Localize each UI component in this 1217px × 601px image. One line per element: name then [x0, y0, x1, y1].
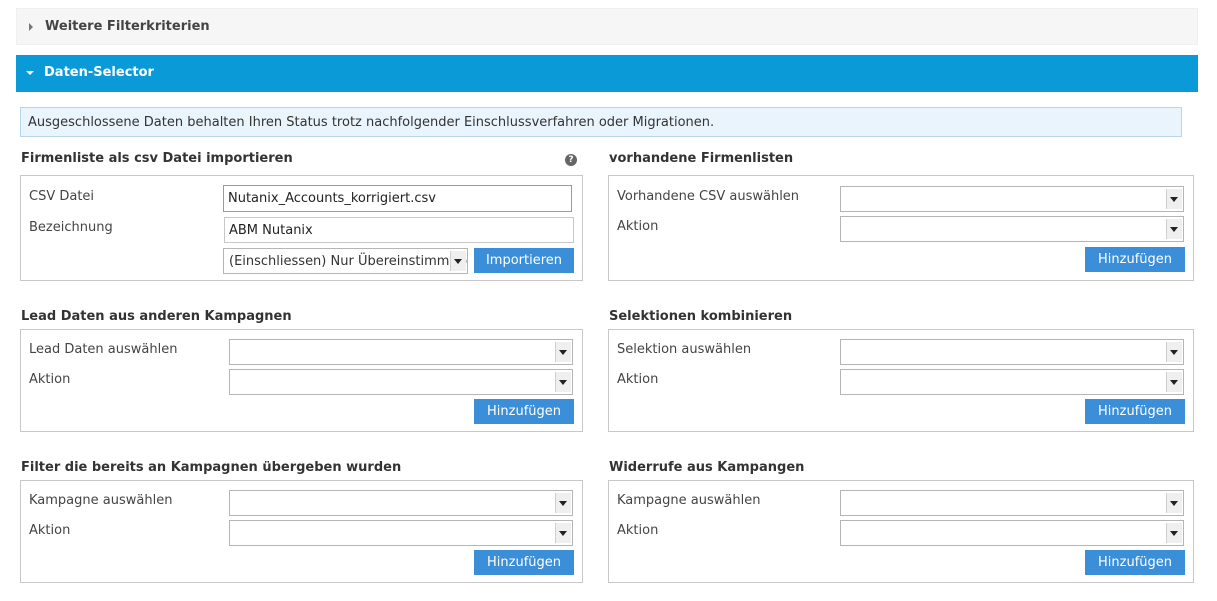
existing-add-button[interactable]: Hinzufügen: [1085, 247, 1185, 272]
passed-add-button[interactable]: Hinzufügen: [474, 550, 574, 575]
passed-filters-title: Filter die bereits an Kampagnen übergebe…: [21, 460, 402, 475]
lead-select-label: Lead Daten auswählen: [29, 342, 178, 357]
passed-action-label: Aktion: [29, 523, 71, 538]
chevron-down-icon: [450, 251, 466, 271]
existing-csv-label: Vorhandene CSV auswählen: [617, 189, 800, 204]
revocations-add-button[interactable]: Hinzufügen: [1085, 550, 1185, 575]
chevron-down-icon: [555, 342, 571, 362]
import-mode-select[interactable]: (Einschliessen) Nur Übereinstimmung: [223, 248, 468, 274]
revocations-select-label: Kampagne auswählen: [617, 493, 761, 508]
chevron-down-icon: [1166, 189, 1182, 209]
import-button[interactable]: Importieren: [474, 248, 574, 273]
revocations-title: Widerrufe aus Kampangen: [609, 460, 805, 475]
passed-campaign-select[interactable]: [229, 490, 573, 516]
name-input[interactable]: ABM Nutanix: [224, 217, 574, 243]
revocations-action-select[interactable]: [840, 520, 1184, 546]
name-label: Bezeichnung: [29, 220, 113, 235]
csv-file-label: CSV Datei: [29, 189, 95, 204]
csv-import-title: Firmenliste als csv Datei importieren: [21, 151, 293, 166]
chevron-down-icon: [1166, 493, 1182, 513]
chevron-down-icon: [1166, 372, 1182, 392]
chevron-down-icon: [555, 372, 571, 392]
existing-csv-select[interactable]: [840, 186, 1184, 212]
combine-title: Selektionen kombinieren: [609, 309, 793, 324]
help-icon[interactable]: ?: [565, 154, 577, 166]
combine-select-label: Selektion auswählen: [617, 342, 752, 357]
accordion-data-selector-title: Daten-Selector: [44, 65, 154, 80]
csv-file-input[interactable]: Nutanix_Accounts_korrigiert.csv: [223, 185, 572, 212]
revocations-action-label: Aktion: [617, 523, 659, 538]
combine-action-select[interactable]: [840, 369, 1184, 395]
chevron-down-icon: [555, 493, 571, 513]
passed-select-label: Kampagne auswählen: [29, 493, 173, 508]
lead-add-button[interactable]: Hinzufügen: [474, 399, 574, 424]
info-message: Ausgeschlossene Daten behalten Ihren Sta…: [20, 107, 1182, 137]
passed-action-select[interactable]: [229, 520, 573, 546]
caret-down-icon: [26, 71, 34, 75]
accordion-more-filters-title: Weitere Filterkriterien: [45, 19, 210, 34]
caret-right-icon: [29, 23, 33, 31]
accordion-more-filters[interactable]: Weitere Filterkriterien: [16, 8, 1198, 45]
combine-add-button[interactable]: Hinzufügen: [1085, 399, 1185, 424]
lead-action-select[interactable]: [229, 369, 573, 395]
combine-select[interactable]: [840, 339, 1184, 365]
chevron-down-icon: [1166, 342, 1182, 362]
accordion-data-selector[interactable]: Daten-Selector: [16, 55, 1198, 92]
existing-action-label: Aktion: [617, 219, 659, 234]
existing-action-select[interactable]: [840, 216, 1184, 242]
chevron-down-icon: [1166, 219, 1182, 239]
revocations-campaign-select[interactable]: [840, 490, 1184, 516]
chevron-down-icon: [1166, 523, 1182, 543]
existing-lists-title: vorhandene Firmenlisten: [609, 151, 794, 166]
combine-action-label: Aktion: [617, 372, 659, 387]
lead-data-title: Lead Daten aus anderen Kampagnen: [21, 309, 292, 324]
chevron-down-icon: [555, 523, 571, 543]
import-mode-value: (Einschliessen) Nur Übereinstimmung: [229, 254, 468, 269]
lead-data-select[interactable]: [229, 339, 573, 365]
lead-action-label: Aktion: [29, 372, 71, 387]
